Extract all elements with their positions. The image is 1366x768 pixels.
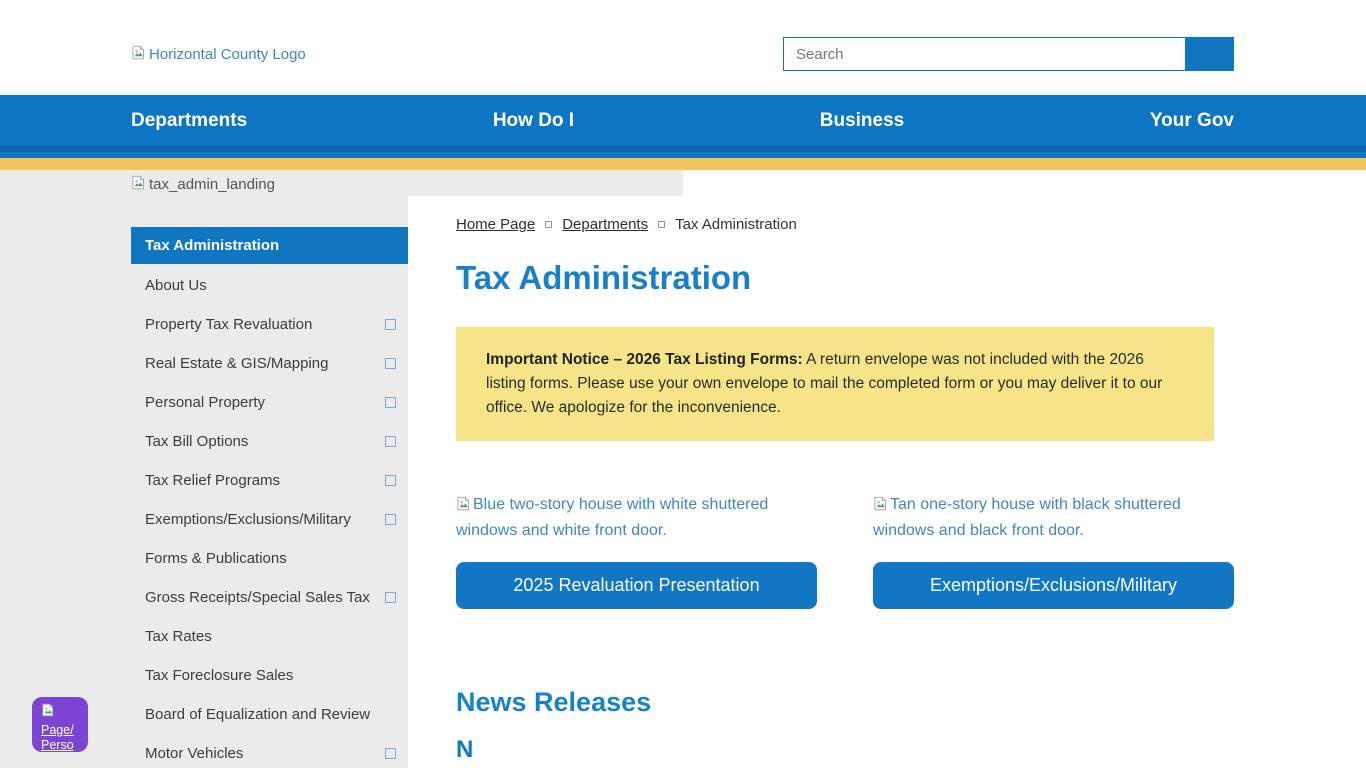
sidebar-item-real-estate-gis-mapping[interactable]: Real Estate & GIS/Mapping bbox=[131, 344, 408, 383]
broken-image-icon bbox=[131, 45, 146, 64]
expand-icon[interactable] bbox=[385, 436, 396, 447]
page-personalization-widget[interactable]: Page/ Perso bbox=[32, 697, 88, 752]
breadcrumb-separator-icon bbox=[545, 221, 552, 228]
broken-image-icon bbox=[131, 175, 146, 194]
sidebar-image-alt-text: tax_admin_landing bbox=[149, 176, 275, 193]
sidebar-item-about-us[interactable]: About Us bbox=[131, 266, 408, 305]
nav-item-business[interactable]: Business bbox=[820, 110, 904, 132]
page-title: Tax Administration bbox=[456, 259, 1366, 297]
broken-image-icon bbox=[456, 495, 471, 519]
sidebar-item-tax-foreclosure-sales[interactable]: Tax Foreclosure Sales bbox=[131, 656, 408, 695]
expand-icon[interactable] bbox=[385, 748, 396, 759]
broken-image-icon bbox=[873, 495, 888, 519]
sidebar-item-property-tax-revaluation[interactable]: Property Tax Revaluation bbox=[131, 305, 408, 344]
search-input[interactable] bbox=[783, 37, 1185, 71]
revaluation-card: Blue two-story house with white shuttere… bbox=[456, 493, 817, 609]
expand-icon[interactable] bbox=[385, 397, 396, 408]
county-logo-link[interactable]: Horizontal County Logo bbox=[131, 45, 306, 64]
sidebar-item-tax-relief-programs[interactable]: Tax Relief Programs bbox=[131, 461, 408, 500]
sidebar-item-tax-administration[interactable]: Tax Administration bbox=[131, 227, 408, 264]
breadcrumb-departments[interactable]: Departments bbox=[562, 216, 648, 233]
nav-item-your-gov[interactable]: Your Gov bbox=[1150, 110, 1234, 132]
exemptions-exclusions-military-button[interactable]: Exemptions/Exclusions/Military bbox=[873, 562, 1234, 609]
breadcrumb-home-page[interactable]: Home Page bbox=[456, 216, 535, 233]
page-body: tax_admin_landing Tax Administration Abo… bbox=[0, 170, 1366, 768]
sidebar-item-tax-rates[interactable]: Tax Rates bbox=[131, 617, 408, 656]
main-content: Home Page Departments Tax Administration… bbox=[408, 170, 1366, 768]
sidebar-item-tax-bill-options[interactable]: Tax Bill Options bbox=[131, 422, 408, 461]
revaluation-image-link[interactable]: Blue two-story house with white shuttere… bbox=[456, 493, 817, 543]
revaluation-presentation-button[interactable]: 2025 Revaluation Presentation bbox=[456, 562, 817, 609]
widget-label: Page/ Perso bbox=[41, 723, 74, 752]
expand-icon[interactable] bbox=[385, 319, 396, 330]
search-bar bbox=[783, 37, 1234, 71]
sidebar: tax_admin_landing Tax Administration Abo… bbox=[0, 170, 408, 768]
news-releases-heading: News Releases bbox=[456, 687, 1366, 718]
sidebar-item-motor-vehicles[interactable]: Motor Vehicles bbox=[131, 734, 408, 768]
expand-icon[interactable] bbox=[385, 514, 396, 525]
site-header: Horizontal County Logo bbox=[0, 0, 1366, 95]
sidebar-menu: Tax Administration About Us Property Tax… bbox=[131, 227, 408, 768]
expand-icon[interactable] bbox=[385, 358, 396, 369]
sidebar-item-board-of-equalization-and-review[interactable]: Board of Equalization and Review bbox=[131, 695, 408, 734]
primary-nav: Departments How Do I Business Your Gov bbox=[0, 95, 1366, 170]
exemptions-image-alt-text: Tan one-story house with black shuttered… bbox=[873, 496, 1181, 539]
important-notice: Important Notice – 2026 Tax Listing Form… bbox=[456, 327, 1214, 441]
breadcrumb-separator-icon bbox=[658, 221, 665, 228]
feature-cards: Blue two-story house with white shuttere… bbox=[456, 493, 1366, 609]
sidebar-item-personal-property[interactable]: Personal Property bbox=[131, 383, 408, 422]
nav-item-how-do-i[interactable]: How Do I bbox=[493, 110, 574, 132]
sidebar-item-exemptions-exclusions-military[interactable]: Exemptions/Exclusions/Military bbox=[131, 500, 408, 539]
exemptions-card: Tan one-story house with black shuttered… bbox=[873, 493, 1234, 609]
expand-icon[interactable] bbox=[385, 475, 396, 486]
sidebar-item-gross-receipts-special-sales-tax[interactable]: Gross Receipts/Special Sales Tax bbox=[131, 578, 408, 617]
news-item-partial[interactable]: N bbox=[456, 736, 473, 764]
exemptions-image-link[interactable]: Tan one-story house with black shuttered… bbox=[873, 493, 1234, 543]
breadcrumb-current: Tax Administration bbox=[675, 216, 797, 233]
search-button[interactable] bbox=[1185, 37, 1234, 71]
sidebar-item-forms-publications[interactable]: Forms & Publications bbox=[131, 539, 408, 578]
county-logo-alt-text: Horizontal County Logo bbox=[149, 46, 306, 63]
revaluation-image-alt-text: Blue two-story house with white shuttere… bbox=[456, 496, 768, 539]
sidebar-landing-image: tax_admin_landing bbox=[131, 175, 275, 194]
nav-item-departments[interactable]: Departments bbox=[131, 110, 247, 132]
expand-icon[interactable] bbox=[385, 592, 396, 603]
notice-bold-text: Important Notice – 2026 Tax Listing Form… bbox=[486, 351, 803, 368]
gray-band bbox=[408, 170, 683, 196]
broken-image-icon bbox=[41, 703, 88, 721]
